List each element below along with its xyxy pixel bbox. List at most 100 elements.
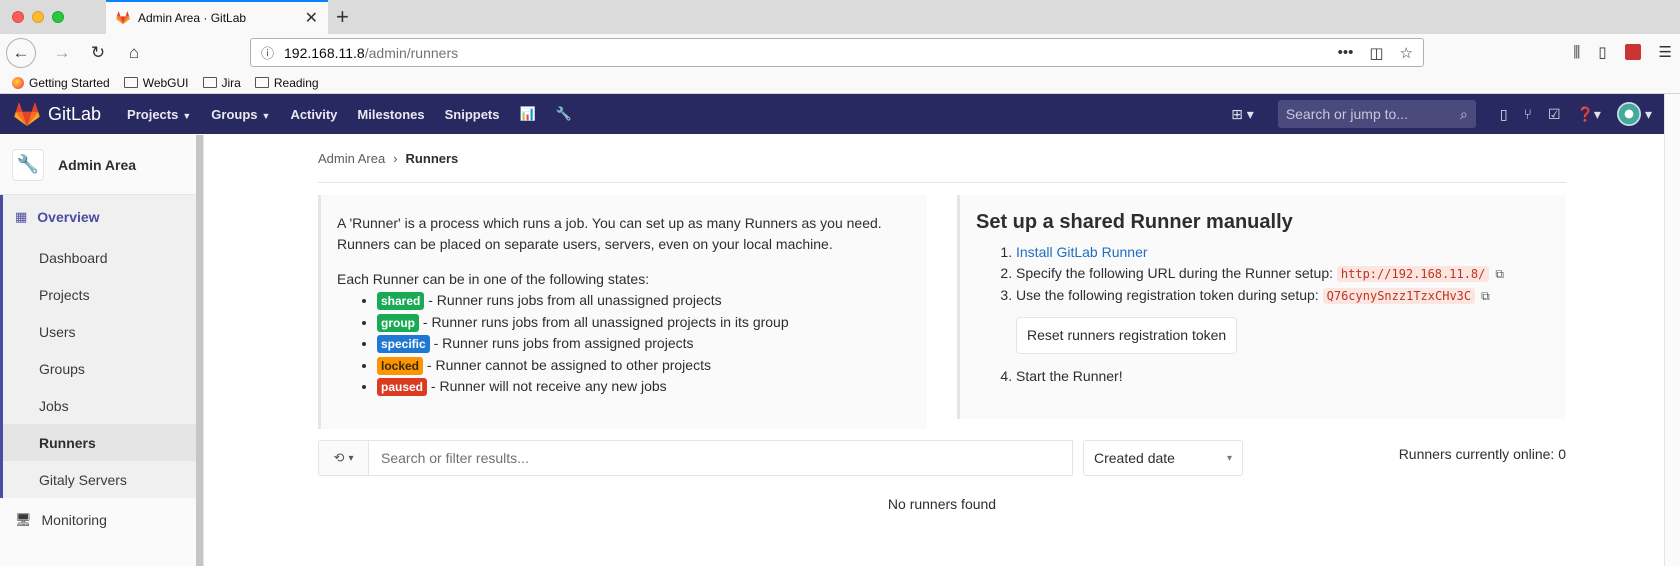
gitlab-logo[interactable]: GitLab bbox=[14, 102, 101, 126]
sidebar-item-users[interactable]: Users bbox=[3, 313, 197, 350]
chevron-down-icon: ▼ bbox=[182, 110, 192, 121]
nav-milestones[interactable]: Milestones bbox=[357, 107, 424, 122]
info-icon[interactable]: ⓘ bbox=[261, 43, 274, 62]
sidebar-item-dashboard[interactable]: Dashboard bbox=[3, 239, 197, 276]
sidebar-item-label: Overview bbox=[37, 209, 100, 225]
sidebar-header[interactable]: 🔧 Admin Area bbox=[0, 135, 203, 195]
bookmark-webgui[interactable]: WebGUI bbox=[123, 75, 189, 90]
gitlab-nav: Projects ▼ Groups ▼ Activity Milestones Sn… bbox=[127, 106, 572, 122]
list-item: shared - Runner runs jobs from all unass… bbox=[377, 290, 911, 312]
library-icon[interactable]: ⫼ bbox=[1573, 44, 1580, 61]
page-scrollbar[interactable] bbox=[1664, 94, 1680, 566]
pocket-icon[interactable]: ◫ bbox=[1369, 44, 1383, 62]
step-text: Use the following registration token dur… bbox=[1016, 287, 1319, 303]
list-item: Use the following registration token dur… bbox=[1016, 285, 1550, 366]
folder-icon bbox=[254, 77, 269, 88]
chevron-down-icon: ▾ bbox=[348, 452, 354, 464]
nav-label: Groups bbox=[211, 106, 258, 122]
nav-activity[interactable]: Activity bbox=[290, 107, 337, 122]
badge-group: group bbox=[377, 313, 419, 332]
gitlab-brand: GitLab bbox=[48, 103, 102, 124]
state-description: - Runner runs jobs from all unassigned p… bbox=[422, 313, 789, 330]
sidebar-item-projects[interactable]: Projects bbox=[3, 276, 197, 313]
step-text: Specify the following URL during the Run… bbox=[1016, 265, 1333, 281]
runner-states-intro: Each Runner can be in one of the followi… bbox=[337, 271, 650, 287]
minimize-window-button[interactable] bbox=[32, 11, 44, 23]
reload-button[interactable]: ↻ bbox=[84, 39, 112, 67]
close-window-button[interactable] bbox=[12, 11, 24, 23]
search-icon: ⌕ bbox=[1459, 105, 1468, 122]
recent-searches-button[interactable]: ⟲ ▾ bbox=[318, 440, 368, 476]
copy-url-icon[interactable]: ⧉ bbox=[1495, 267, 1504, 281]
monitor-icon: 🖥 bbox=[15, 512, 32, 527]
breadcrumb-admin-area[interactable]: Admin Area bbox=[318, 151, 385, 166]
folder-icon bbox=[202, 77, 217, 88]
bookmark-label: Reading bbox=[273, 75, 319, 90]
bookmark-label: WebGUI bbox=[142, 75, 189, 90]
chevron-down-icon: ▾ bbox=[1226, 452, 1232, 464]
sidebar-scrollbar[interactable] bbox=[196, 135, 203, 566]
sort-selected-value: Created date bbox=[1094, 450, 1175, 466]
folder-icon bbox=[123, 77, 138, 88]
install-runner-link[interactable]: Install GitLab Runner bbox=[1016, 244, 1148, 260]
sidebar-item-jobs[interactable]: Jobs bbox=[3, 387, 197, 424]
home-button[interactable]: ⌂ bbox=[120, 39, 148, 67]
sidebar-item-overview[interactable]: ▦ Overview bbox=[3, 195, 197, 239]
bookmark-getting-started[interactable]: Getting Started bbox=[12, 76, 110, 90]
new-item-plus-icon[interactable]: ⊞ ▾ bbox=[1231, 106, 1254, 123]
reset-token-button[interactable]: Reset runners registration token bbox=[1016, 317, 1238, 354]
bookmark-star-icon[interactable]: ☆ bbox=[1400, 44, 1413, 62]
badge-specific: specific bbox=[377, 335, 430, 353]
gitlab-favicon-icon bbox=[116, 11, 130, 25]
breadcrumb-runners[interactable]: Runners bbox=[406, 151, 459, 166]
state-description: - Runner cannot be assigned to other pro… bbox=[426, 356, 711, 373]
breadcrumb: Admin Area › Runners bbox=[318, 135, 1566, 183]
search-input[interactable]: Search or jump to... ⌕ bbox=[1277, 100, 1476, 128]
nav-snippets[interactable]: Snippets bbox=[445, 107, 500, 122]
browser-tab[interactable]: Admin Area · GitLab ✕ bbox=[106, 0, 328, 34]
back-button[interactable]: ← bbox=[6, 38, 36, 68]
tab-title: Admin Area · GitLab bbox=[138, 11, 247, 25]
filter-search-input[interactable]: Search or filter results... bbox=[368, 440, 1073, 476]
firefox-icon bbox=[12, 76, 24, 89]
state-description: - Runner will not receive any new jobs bbox=[430, 378, 667, 394]
todos-icon[interactable]: ☑ bbox=[1548, 106, 1561, 123]
copy-token-icon[interactable]: ⧉ bbox=[1481, 289, 1490, 303]
page-actions-icon[interactable]: ••• bbox=[1338, 44, 1354, 62]
sidebar-toggle-icon[interactable]: ▯ bbox=[1598, 43, 1606, 61]
issues-icon[interactable]: ▯ bbox=[1500, 106, 1508, 123]
badge-locked: locked bbox=[377, 356, 424, 375]
gitlab-tanuki-icon bbox=[14, 102, 40, 126]
list-item: Specify the following URL during the Run… bbox=[1016, 263, 1550, 285]
sidebar-item-groups[interactable]: Groups bbox=[3, 350, 197, 387]
extension-icon[interactable] bbox=[1624, 44, 1641, 60]
sidebar-item-runners[interactable]: Runners bbox=[3, 424, 197, 461]
list-item: Start the Runner! bbox=[1016, 366, 1550, 387]
chart-icon[interactable]: 📊 bbox=[520, 106, 536, 122]
maximize-window-button[interactable] bbox=[52, 11, 64, 23]
user-menu[interactable]: ▾ bbox=[1616, 102, 1652, 126]
grid-icon: ▦ bbox=[15, 209, 28, 224]
new-tab-button[interactable]: + bbox=[336, 4, 349, 30]
url-bar[interactable]: ⓘ 192.168.11.8/admin/runners ••• ◫ ☆ bbox=[250, 38, 1424, 67]
setup-title: Set up a shared Runner manually bbox=[976, 211, 1293, 233]
list-item: paused - Runner will not receive any new… bbox=[377, 376, 911, 398]
nav-projects[interactable]: Projects ▼ bbox=[127, 107, 191, 122]
chevron-down-icon: ▼ bbox=[261, 110, 271, 121]
sidebar-item-gitaly-servers[interactable]: Gitaly Servers bbox=[3, 461, 197, 498]
bookmark-jira[interactable]: Jira bbox=[202, 76, 241, 90]
nav-groups[interactable]: Groups ▼ bbox=[211, 107, 270, 122]
gitlab-header: GitLab Projects ▼ Groups ▼ Activity Milest… bbox=[0, 94, 1680, 134]
menu-icon[interactable]: ☰ bbox=[1659, 43, 1672, 61]
url-host: 192.168.11.8 bbox=[284, 44, 365, 61]
merge-requests-icon[interactable]: ⑂ bbox=[1524, 106, 1532, 122]
wrench-icon: 🔧 bbox=[12, 148, 44, 181]
close-tab-icon[interactable]: ✕ bbox=[305, 8, 318, 28]
admin-wrench-icon[interactable]: 🔧 bbox=[556, 106, 572, 122]
sidebar-item-monitoring[interactable]: 🖥 Monitoring bbox=[0, 498, 203, 542]
sort-dropdown[interactable]: Created date ▾ bbox=[1083, 440, 1243, 476]
forward-button[interactable]: → bbox=[48, 39, 76, 67]
state-description: - Runner runs jobs from all unassigned p… bbox=[428, 292, 722, 308]
bookmark-reading[interactable]: Reading bbox=[254, 75, 319, 90]
help-icon[interactable]: ❓▾ bbox=[1577, 106, 1601, 123]
